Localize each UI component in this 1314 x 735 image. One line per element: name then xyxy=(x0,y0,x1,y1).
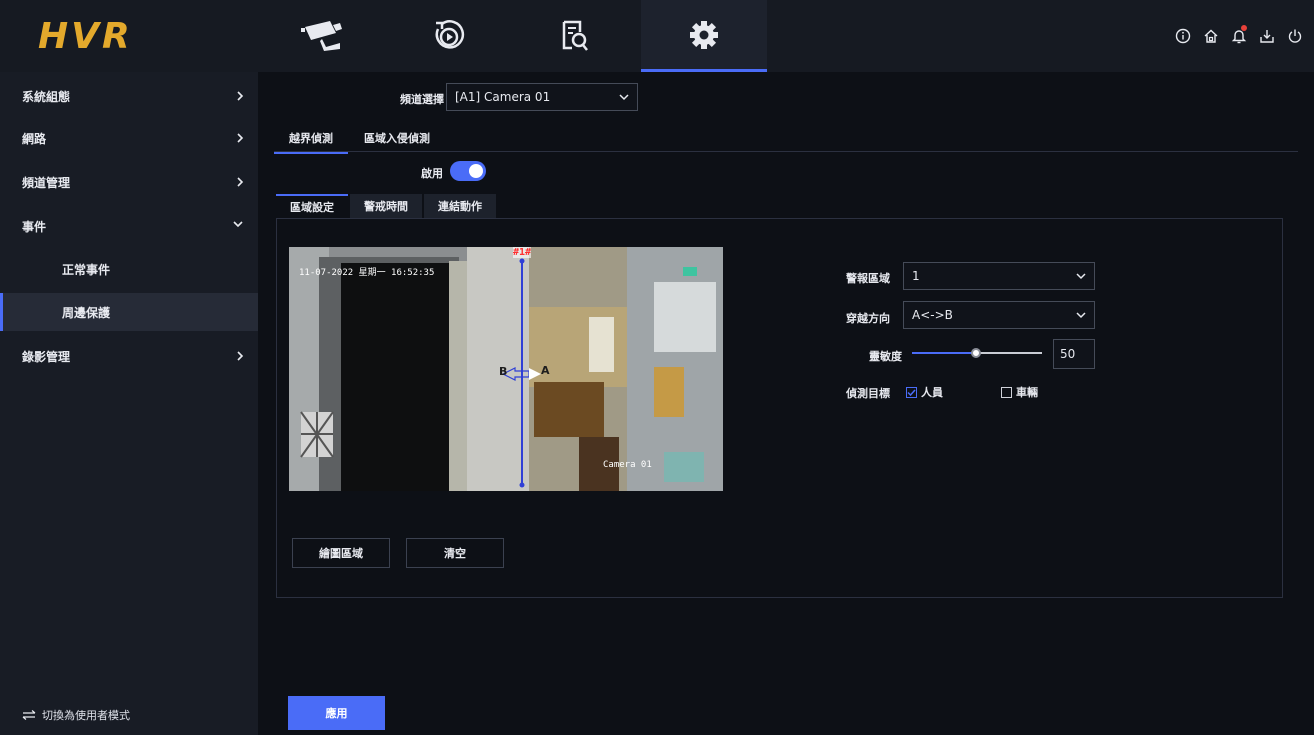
switch-user-mode-link[interactable]: 切換為使用者模式 xyxy=(22,707,130,723)
subtab-linkage-action[interactable]: 連結動作 xyxy=(424,194,496,218)
tab-live-view[interactable] xyxy=(260,0,386,72)
channel-select-label: 頻道選擇 xyxy=(400,93,444,106)
sidebar-item-event[interactable]: 事件 xyxy=(0,207,258,245)
subtab-label: 警戒時間 xyxy=(364,200,408,213)
sidebar-item-label: 錄影管理 xyxy=(22,349,71,364)
playback-icon xyxy=(435,20,465,49)
sensitivity-input[interactable]: 50 xyxy=(1053,339,1095,369)
chevron-down-icon xyxy=(1076,273,1086,280)
detection-tabs: 越界偵測 區域入侵偵測 xyxy=(274,130,1298,154)
tab-search[interactable] xyxy=(512,0,638,72)
sensitivity-label: 靈敏度 xyxy=(869,350,902,363)
tab-playback[interactable] xyxy=(386,0,512,72)
alarm-zone-select[interactable]: 1 xyxy=(903,262,1095,290)
switch-arrows-icon xyxy=(22,710,36,720)
line-label: #1# xyxy=(513,247,532,258)
enable-toggle[interactable] xyxy=(450,161,486,181)
sidebar: 系統組態 網路 頻道管理 事件 正常事件 周邊保護 錄影管理 切換為使用者模式 xyxy=(0,72,258,735)
clear-button[interactable]: 清空 xyxy=(406,538,504,568)
direction-label: 穿越方向 xyxy=(846,312,890,325)
subtab-label: 區域設定 xyxy=(290,201,334,214)
target-person-checkbox[interactable]: 人員 xyxy=(906,384,943,400)
download-icon[interactable] xyxy=(1258,27,1276,45)
subtab-arming-schedule[interactable]: 警戒時間 xyxy=(350,194,422,218)
side-a-label: A xyxy=(541,364,550,377)
checkbox-unchecked-icon xyxy=(1001,386,1012,398)
sidebar-item-record-management[interactable]: 錄影管理 xyxy=(0,337,258,375)
home-icon[interactable] xyxy=(1202,27,1220,45)
osd-timestamp: 11-07-2022 星期一 16:52:35 xyxy=(299,268,435,278)
search-file-icon xyxy=(562,20,588,51)
subtab-area-settings[interactable]: 區域設定 xyxy=(276,194,348,218)
chevron-down-icon xyxy=(1076,312,1086,319)
sensitivity-slider-handle[interactable] xyxy=(971,348,981,358)
sidebar-item-perimeter-protection[interactable]: 周邊保護 xyxy=(0,293,258,331)
switch-user-mode-label: 切換為使用者模式 xyxy=(42,709,130,722)
sidebar-item-normal-event[interactable]: 正常事件 xyxy=(0,250,258,288)
chevron-right-icon xyxy=(237,351,244,361)
checkbox-checked-icon xyxy=(906,386,917,398)
notification-dot xyxy=(1241,25,1247,31)
direction-value: A<->B xyxy=(912,308,953,322)
enable-label: 啟用 xyxy=(421,167,443,180)
osd-camera-name: Camera 01 xyxy=(603,460,652,470)
config-subtabs: 區域設定 警戒時間 連結動作 xyxy=(276,194,498,218)
chevron-down-icon xyxy=(233,221,243,228)
direction-select[interactable]: A<->B xyxy=(903,301,1095,329)
bell-icon[interactable] xyxy=(1230,25,1248,45)
sensitivity-slider-fill xyxy=(912,352,977,354)
sidebar-item-label: 正常事件 xyxy=(62,262,111,277)
sidebar-item-label: 網路 xyxy=(22,131,47,146)
target-vehicle-label: 車輛 xyxy=(1016,386,1038,399)
sidebar-item-label: 事件 xyxy=(22,219,47,234)
sensitivity-slider[interactable] xyxy=(912,348,1042,358)
target-vehicle-checkbox[interactable]: 車輛 xyxy=(1001,384,1038,400)
top-bar: HVR xyxy=(0,0,1314,72)
channel-select-value: [A1] Camera 01 xyxy=(455,90,551,104)
sidebar-item-network[interactable]: 網路 xyxy=(0,119,258,157)
tab-label: 區域入侵偵測 xyxy=(364,132,430,145)
sidebar-item-label: 系統組態 xyxy=(22,89,71,104)
side-b-label: B xyxy=(499,365,508,378)
alarm-zone-value: 1 xyxy=(912,269,920,283)
chevron-right-icon xyxy=(237,133,244,143)
chevron-right-icon xyxy=(237,177,244,187)
tab-label: 越界偵測 xyxy=(289,132,333,145)
alarm-zone-label: 警報區域 xyxy=(846,272,890,285)
app-logo: HVR xyxy=(38,16,133,57)
apply-button[interactable]: 應用 xyxy=(288,696,385,730)
tab-line-crossing[interactable]: 越界偵測 xyxy=(274,130,348,154)
detection-target-label: 偵測目標 xyxy=(846,387,890,400)
sidebar-item-system-config[interactable]: 系統組態 xyxy=(0,77,258,115)
main-content: 頻道選擇 [A1] Camera 01 越界偵測 區域入侵偵測 啟用 區域設定 … xyxy=(258,72,1314,735)
target-person-label: 人員 xyxy=(921,386,943,399)
gear-icon xyxy=(690,20,718,49)
sidebar-item-label: 頻道管理 xyxy=(22,175,71,190)
chevron-right-icon xyxy=(237,91,244,101)
subtab-label: 連結動作 xyxy=(438,200,482,213)
chevron-down-icon xyxy=(619,94,629,101)
camera-icon xyxy=(301,21,342,51)
draw-area-button[interactable]: 繪圖區域 xyxy=(292,538,390,568)
channel-select[interactable]: [A1] Camera 01 xyxy=(446,83,638,111)
tab-intrusion-detection[interactable]: 區域入侵偵測 xyxy=(364,130,430,152)
video-preview[interactable]: 11-07-2022 星期一 16:52:35 #1# B A Camera 0… xyxy=(289,247,723,491)
sidebar-item-label: 周邊保護 xyxy=(62,305,111,320)
power-icon[interactable] xyxy=(1286,27,1304,45)
info-icon[interactable] xyxy=(1174,27,1192,45)
tab-configuration[interactable] xyxy=(641,0,767,72)
sidebar-item-channel-management[interactable]: 頻道管理 xyxy=(0,163,258,201)
